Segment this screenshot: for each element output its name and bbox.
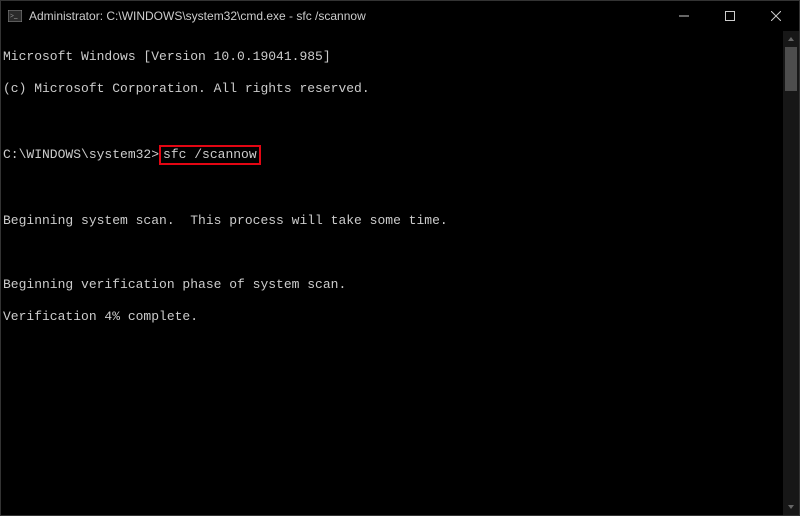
prompt-line: C:\WINDOWS\system32> sfc /scannow — [3, 145, 783, 165]
window-title: Administrator: C:\WINDOWS\system32\cmd.e… — [29, 9, 366, 23]
scroll-track[interactable] — [783, 47, 799, 499]
scroll-up-button[interactable] — [783, 31, 799, 47]
close-button[interactable] — [753, 1, 799, 31]
console-area: Microsoft Windows [Version 10.0.19041.98… — [1, 31, 799, 515]
blank-line — [3, 181, 783, 197]
svg-text:>_: >_ — [10, 12, 18, 20]
titlebar[interactable]: >_ Administrator: C:\WINDOWS\system32\cm… — [1, 1, 799, 31]
vertical-scrollbar[interactable] — [783, 31, 799, 515]
title-left: >_ Administrator: C:\WINDOWS\system32\cm… — [7, 8, 366, 24]
cmd-window: >_ Administrator: C:\WINDOWS\system32\cm… — [0, 0, 800, 516]
blank-line — [3, 113, 783, 129]
verify-progress-line: Verification 4% complete. — [3, 309, 783, 325]
maximize-button[interactable] — [707, 1, 753, 31]
command-highlight: sfc /scannow — [159, 145, 261, 165]
version-line: Microsoft Windows [Version 10.0.19041.98… — [3, 49, 783, 65]
scroll-down-button[interactable] — [783, 499, 799, 515]
command-text: sfc /scannow — [163, 147, 257, 162]
scroll-thumb[interactable] — [785, 47, 797, 91]
scan-begin-line: Beginning system scan. This process will… — [3, 213, 783, 229]
prompt-text: C:\WINDOWS\system32> — [3, 147, 159, 162]
console-output[interactable]: Microsoft Windows [Version 10.0.19041.98… — [1, 31, 783, 515]
minimize-button[interactable] — [661, 1, 707, 31]
window-controls — [661, 1, 799, 31]
verify-begin-line: Beginning verification phase of system s… — [3, 277, 783, 293]
cmd-icon: >_ — [7, 8, 23, 24]
copyright-line: (c) Microsoft Corporation. All rights re… — [3, 81, 783, 97]
blank-line — [3, 245, 783, 261]
